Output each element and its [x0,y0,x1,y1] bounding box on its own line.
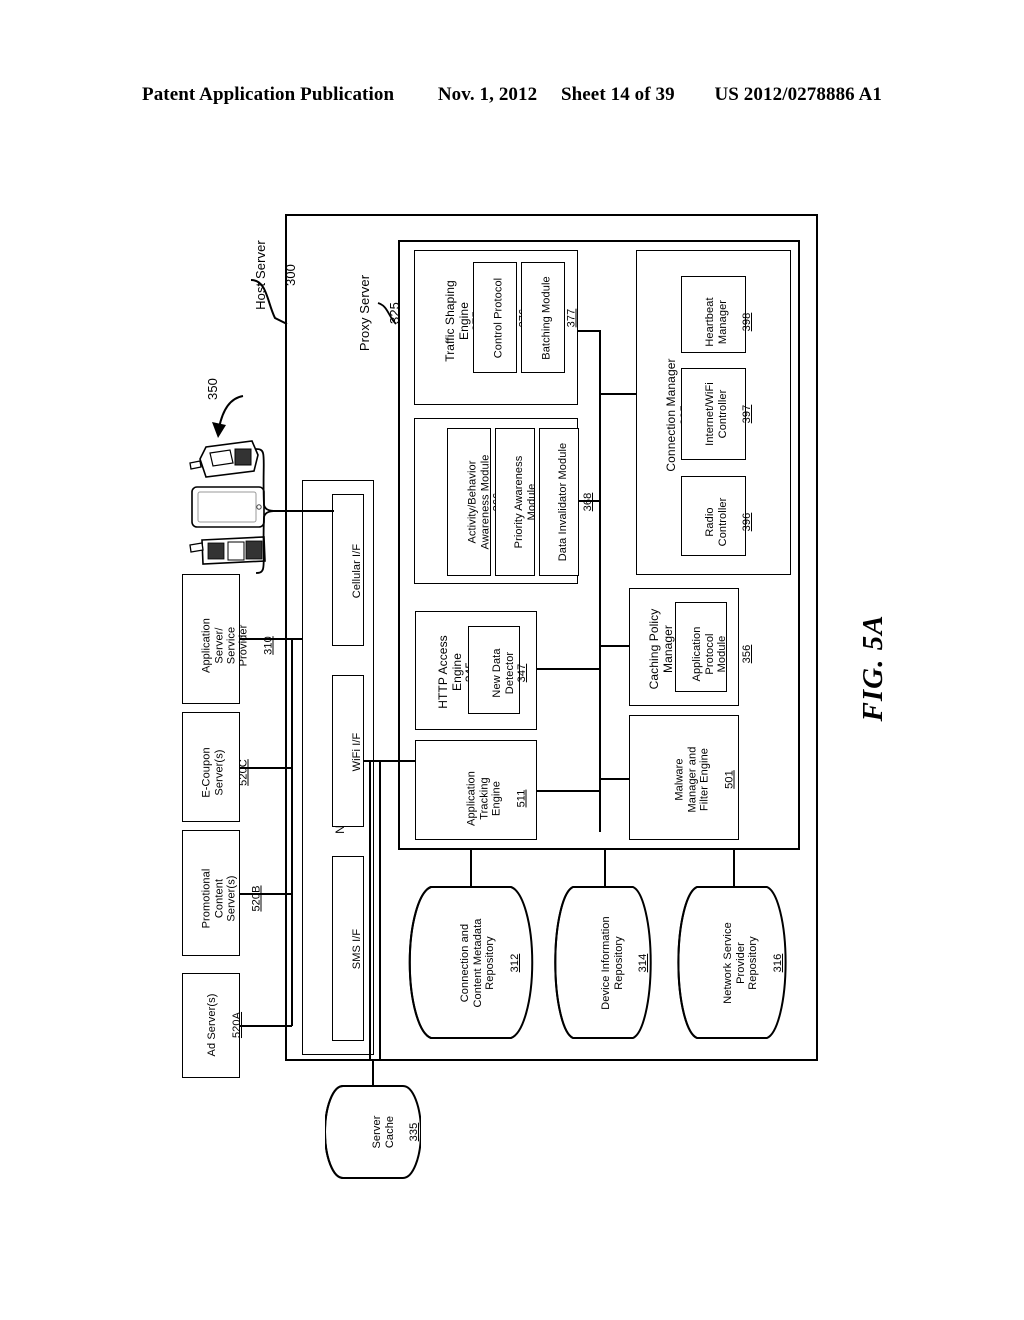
new-data-detector-label: New Data Detector 347 [491,648,528,698]
caching-policy-manager-label: Caching Policy Manager 355 [647,608,688,690]
batching-module-label: Batching Module 377 [540,276,578,360]
application-server-label: Application Server/ Service Provider 310 [200,618,275,673]
pda-icon [189,440,259,478]
application-protocol-module-label: Application Protocol Module 356 [691,626,753,682]
devices-group-arrow [205,392,249,446]
figure-5a-diagram: Host Server 300 Proxy Server 325 Traffic… [0,0,1024,1320]
heartbeat-manager-label: Heartbeat Manager 398 [704,297,754,347]
proxy-internal-bus [599,330,601,832]
http-access-engine-label: HTTP Access Engine 345 [436,635,477,709]
connector-bus-to-connection-manager [599,393,637,395]
connection-manager-label: Connection Manager 395 [664,358,691,472]
wifi-if-label: WiFi I/F [351,732,364,772]
connector-wifi-to-proxy [364,760,416,762]
connector-http-access-to-bus [537,668,600,670]
connector-repo-316 [733,850,735,888]
connection-content-metadata-repository-label: Connection and Content Metadata Reposito… [459,917,521,1008]
figure-label: FIG. 5A [857,614,889,722]
external-server-bus [291,638,293,1026]
connector-server-cache [372,1061,374,1087]
e-coupon-server-label: E-Coupon Server(s) 520C [200,747,250,798]
connector-promotional-server [240,893,292,895]
connector-sms-vertical [369,760,371,1060]
sms-if-label: SMS I/F [351,928,364,970]
activity-behavior-awareness-module-label: Activity/Behavior Awareness Module 366 [466,454,504,550]
network-service-provider-repository: Network Service Provider Repository 316 [676,886,788,1039]
connector-app-tracking-to-bus [537,790,600,792]
data-invalidator-module-label: Data Invalidator Module 368 [557,442,594,562]
host-server-leader [245,276,293,328]
priority-awareness-module-label: Priority Awareness Module 367 [513,455,550,549]
connector-bus-to-network-interface [291,638,303,640]
connector-repo-314 [604,850,606,888]
internet-wifi-controller-label: Internet/WiFi Controller 397 [704,382,754,446]
connector-ad-server [240,1025,292,1027]
application-tracking-engine-label: Application Tracking Engine 511 [465,771,528,826]
device-information-repository: Device Information Repository 314 [553,886,653,1039]
radio-controller-label: Radio Controller 396 [704,497,754,547]
connector-e-coupon-server [240,767,292,769]
connector-application-server [240,638,292,640]
malware-manager-filter-engine-label: Malware Manager and Filter Engine 501 [673,746,736,813]
proxy-server-label: Proxy Server 325 [356,274,402,352]
proxy-server-leader [374,300,404,330]
server-cache: Server Cache 335 [325,1085,421,1179]
traffic-shaping-engine-label: Traffic Shaping Engine 375 [443,280,484,362]
cellular-if-label: Cellular I/F [351,543,364,599]
connector-proxy-controller-to-bus [578,500,600,502]
connector-devices-to-cellular [274,510,334,512]
promotional-content-server-label: Promotional Content Server(s) 520B [200,868,263,929]
control-protocol-label: Control Protocol 376 [492,277,530,359]
connection-content-metadata-repository: Connection and Content Metadata Reposito… [408,886,534,1039]
connector-bus-to-caching-policy [599,645,630,647]
connector-repo-312 [470,850,472,888]
ad-server-label: Ad Server(s) 520A [206,993,243,1057]
device-information-repository-label: Device Information Repository 314 [600,915,650,1010]
connector-wifi-vertical [379,760,381,1060]
server-cache-label: Server Cache 335 [371,1115,421,1149]
connector-traffic-shaping-to-bus [578,330,600,332]
network-service-provider-repository-label: Network Service Provider Repository 316 [722,921,784,1004]
connector-bus-to-malware-manager [599,778,630,780]
